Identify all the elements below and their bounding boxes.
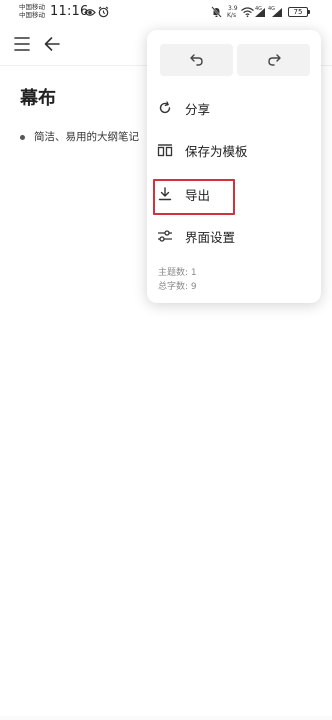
carrier-2: 中国移动 [19, 11, 45, 19]
menu-item-export-label: 导出 [185, 187, 211, 203]
document-title[interactable]: 幕布 [20, 84, 56, 110]
redo-button[interactable] [237, 44, 310, 76]
eye-icon [84, 9, 96, 16]
status-bar: 中国移动 中国移动 11:16 3.9 K/s 4G 4G 75 [0, 0, 332, 26]
menu-item-share[interactable]: 分享 [157, 96, 313, 120]
document-stats: 主题数: 1 总字数: 9 [158, 266, 197, 294]
undo-icon [189, 54, 203, 66]
menu-item-interface-settings[interactable]: 界面设置 [157, 224, 313, 248]
menu-item-interface-settings-label: 界面设置 [185, 229, 236, 245]
settings-sliders-icon [157, 228, 173, 244]
menu-icon[interactable] [13, 35, 33, 53]
alarm-icon [98, 6, 109, 18]
carrier-1: 中国移动 [19, 3, 45, 11]
undo-button[interactable] [160, 44, 233, 76]
outline-item-text[interactable]: 简洁、易用的大纲笔记 [34, 129, 139, 144]
signal-icon [255, 8, 265, 17]
carrier-labels: 中国移动 中国移动 [19, 3, 45, 19]
battery-indicator: 75 [288, 7, 310, 17]
export-icon [157, 186, 173, 202]
char-count: 总字数: 9 [158, 282, 197, 292]
outline-item[interactable]: 简洁、易用的大纲笔记 [20, 128, 139, 144]
template-icon [157, 142, 173, 158]
share-icon [157, 100, 173, 116]
bottom-edge [0, 716, 332, 720]
topic-count: 主题数: 1 [158, 268, 197, 278]
menu-item-export[interactable]: 导出 [157, 182, 313, 206]
redo-icon [267, 54, 281, 66]
menu-item-share-label: 分享 [185, 101, 211, 117]
mute-icon [211, 6, 222, 18]
menu-item-save-as-template[interactable]: 保存为模板 [157, 138, 313, 162]
speed-unit: K/s [227, 12, 237, 19]
back-arrow-icon[interactable] [42, 34, 62, 54]
wifi-icon [241, 7, 254, 17]
more-options-popup: 分享 保存为模板 导出 界面设置 主题数: 1 总字数: 9 [147, 30, 321, 303]
signal-icon [272, 8, 282, 17]
status-time: 11:16 [50, 4, 89, 19]
outline-bullet[interactable] [20, 134, 25, 140]
menu-item-save-as-template-label: 保存为模板 [185, 143, 248, 159]
